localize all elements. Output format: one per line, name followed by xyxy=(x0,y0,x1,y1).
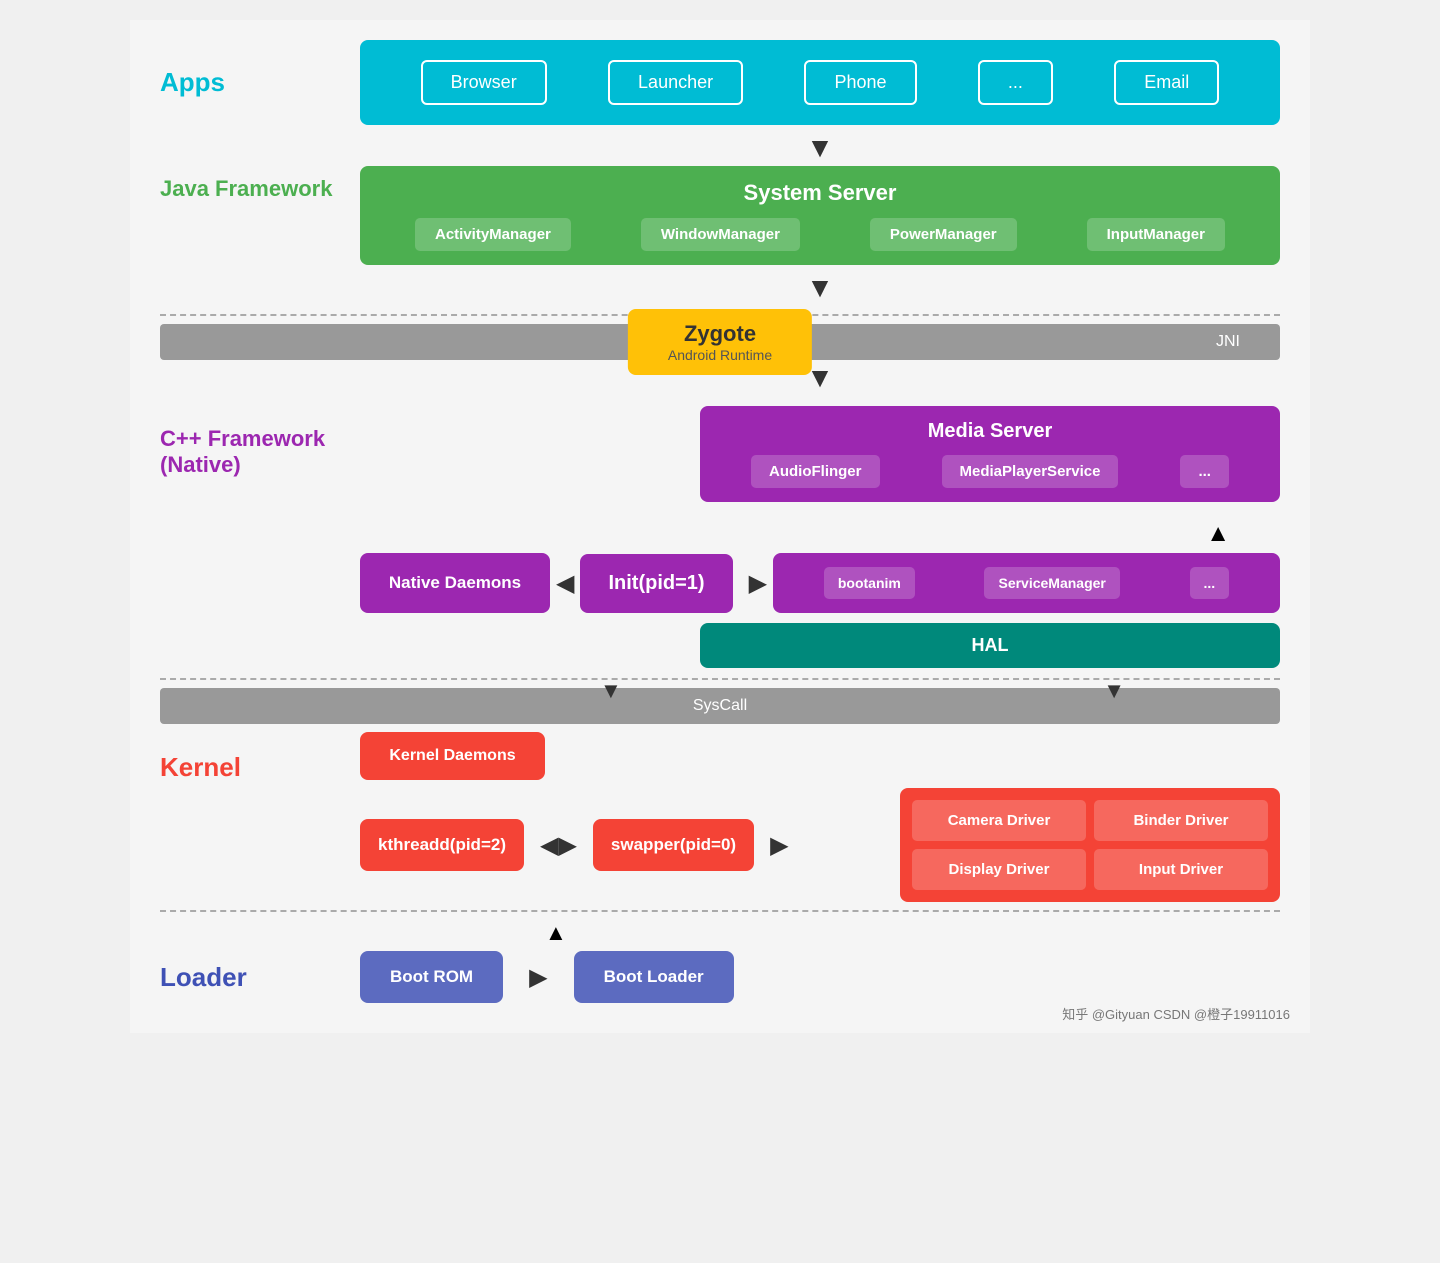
apps-label: Apps xyxy=(160,67,360,98)
native-daemons-box: Native Daemons xyxy=(360,553,550,613)
system-server-items: ActivityManager WindowManager PowerManag… xyxy=(380,218,1260,251)
syscall-label: SysCall xyxy=(693,697,747,715)
arrow-swapper-to-drivers: ▶ xyxy=(770,831,788,860)
arrow-bootrom-to-bootloader: ▶ xyxy=(529,963,547,992)
cpp-framework-label: C++ Framework (Native) xyxy=(160,406,360,478)
media-server-box: Media Server AudioFlinger MediaPlayerSer… xyxy=(700,406,1280,502)
svc-service-manager: ServiceManager xyxy=(984,567,1119,599)
arrow-apps-to-ss: ▼ xyxy=(806,134,834,162)
apps-box: Browser Launcher Phone ... Email xyxy=(360,40,1280,125)
media-server-items: AudioFlinger MediaPlayerService ... xyxy=(720,455,1260,488)
jni-label: JNI xyxy=(1216,333,1240,351)
svc-bootanim: bootanim xyxy=(824,567,915,599)
diagram-container: Apps Browser Launcher Phone ... Email ▼ … xyxy=(130,20,1310,1033)
app-email: Email xyxy=(1114,60,1219,105)
arrow-kthreadd-swapper: ◀▶ xyxy=(540,831,577,860)
kthreadd-box: kthreadd(pid=2) xyxy=(360,819,524,871)
media-server-title: Media Server xyxy=(720,420,1260,443)
loader-content: Boot ROM ▶ Boot Loader xyxy=(360,951,1280,1003)
camera-driver: Camera Driver xyxy=(912,800,1086,841)
kernel-main-row: kthreadd(pid=2) ◀▶ swapper(pid=0) ▶ Came… xyxy=(360,788,1280,902)
init-row: Native Daemons ◀ Init(pid=1) ▶ bootanim … xyxy=(360,553,1280,613)
swapper-box: swapper(pid=0) xyxy=(593,819,754,871)
app-launcher: Launcher xyxy=(608,60,743,105)
zygote-title: Zygote xyxy=(668,321,772,347)
cpp-section: C++ Framework (Native) Media Server Audi… xyxy=(160,406,1280,668)
kernel-label: Kernel xyxy=(160,732,360,783)
ss-input-manager: InputManager xyxy=(1087,218,1225,251)
arrow-up-to-media-server: ▲ xyxy=(1206,520,1230,548)
hal-box: HAL xyxy=(700,623,1280,668)
ss-window-manager: WindowManager xyxy=(641,218,800,251)
zygote-jni-section: JNI Zygote Android Runtime xyxy=(160,324,1280,360)
ms-audio-flinger: AudioFlinger xyxy=(751,455,880,488)
binder-driver: Binder Driver xyxy=(1094,800,1268,841)
zygote-box: Zygote Android Runtime xyxy=(628,309,812,375)
services-box: bootanim ServiceManager ... xyxy=(773,553,1280,613)
arrow-nd-to-init: ◀ xyxy=(556,569,574,598)
system-server-box: System Server ActivityManager WindowMana… xyxy=(360,166,1280,265)
divider-3 xyxy=(160,910,1280,912)
app-dots: ... xyxy=(978,60,1053,105)
input-driver: Input Driver xyxy=(1094,849,1268,890)
boot-loader-box: Boot Loader xyxy=(574,951,734,1003)
arrow-init-through-syscall: ▼ xyxy=(600,678,622,704)
cpp-framework-content: Media Server AudioFlinger MediaPlayerSer… xyxy=(360,406,1280,668)
syscall-bar-wrapper: SysCall ▼ ▼ xyxy=(160,688,1280,724)
kernel-daemons-box: Kernel Daemons xyxy=(360,732,545,780)
arrow-hal-through-syscall: ▼ xyxy=(1103,678,1125,704)
ms-mediaplayer-service: MediaPlayerService xyxy=(942,455,1119,488)
system-server-title: System Server xyxy=(380,180,1260,206)
drivers-box: Camera Driver Binder Driver Display Driv… xyxy=(900,788,1280,902)
ss-power-manager: PowerManager xyxy=(870,218,1017,251)
display-driver: Display Driver xyxy=(912,849,1086,890)
loader-section: Loader Boot ROM ▶ Boot Loader xyxy=(160,951,1280,1003)
arrow-swapper-up: ▲ xyxy=(545,920,567,946)
app-browser: Browser xyxy=(421,60,547,105)
app-phone: Phone xyxy=(804,60,916,105)
services-items: bootanim ServiceManager ... xyxy=(789,567,1264,599)
watermark: 知乎 @Gityuan CSDN @橙子19911016 xyxy=(1062,1004,1290,1023)
java-framework-section: Java Framework System Server ActivityMan… xyxy=(160,166,1280,265)
arrow-init-to-services: ▶ xyxy=(749,569,767,598)
arrow-ss-to-zygote: ▼ xyxy=(806,274,834,302)
kernel-section: Kernel Kernel Daemons kthreadd(pid=2) ◀▶… xyxy=(160,732,1280,902)
apps-layer: Apps Browser Launcher Phone ... Email xyxy=(160,40,1280,125)
boot-rom-box: Boot ROM xyxy=(360,951,503,1003)
init-box: Init(pid=1) xyxy=(580,554,732,613)
java-framework-content: System Server ActivityManager WindowMana… xyxy=(360,166,1280,265)
zygote-sub: Android Runtime xyxy=(668,347,772,363)
java-framework-label: Java Framework xyxy=(160,166,360,202)
svc-dots: ... xyxy=(1190,567,1230,599)
ms-dots: ... xyxy=(1180,455,1229,488)
kernel-content: Kernel Daemons kthreadd(pid=2) ◀▶ swappe… xyxy=(360,732,1280,902)
ss-activity-manager: ActivityManager xyxy=(415,218,571,251)
loader-label: Loader xyxy=(160,962,360,993)
